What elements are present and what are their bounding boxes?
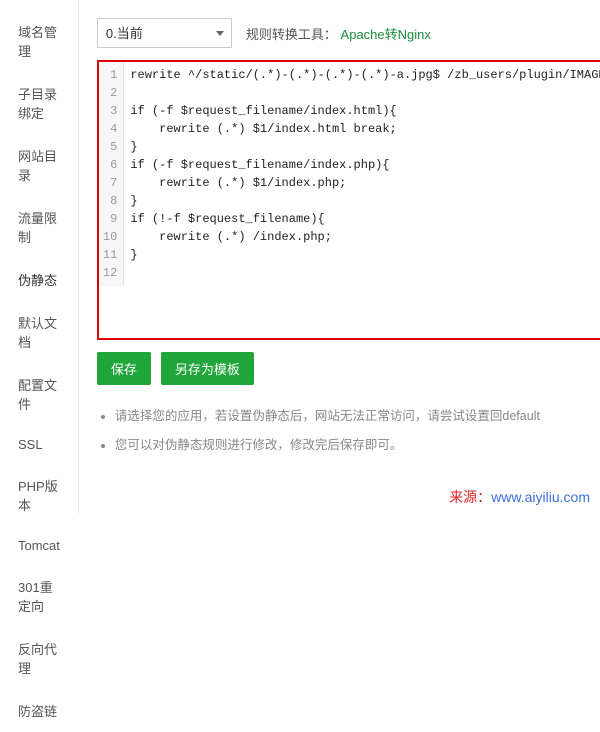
- sidebar-item-5[interactable]: 默认文档: [0, 301, 78, 363]
- tool-link-apache-nginx[interactable]: Apache转Nginx: [341, 27, 431, 42]
- template-select[interactable]: 0.当前: [97, 18, 232, 48]
- sidebar-item-4[interactable]: 伪静态: [0, 258, 78, 301]
- sidebar-item-6[interactable]: 配置文件: [0, 363, 78, 425]
- main-content: 0.当前 规则转换工具： Apache转Nginx 12345678910111…: [79, 0, 600, 513]
- top-row: 0.当前 规则转换工具： Apache转Nginx: [97, 18, 600, 48]
- sidebar-item-7[interactable]: SSL: [0, 425, 78, 464]
- button-row: 保存 另存为模板: [97, 352, 600, 385]
- sidebar-item-9[interactable]: Tomcat: [0, 526, 78, 565]
- save-as-template-button[interactable]: 另存为模板: [161, 352, 254, 385]
- sidebar-item-3[interactable]: 流量限制: [0, 196, 78, 258]
- source-attribution: 来源：www.aiyiliu.com: [449, 487, 590, 507]
- sidebar-item-11[interactable]: 反向代理: [0, 627, 78, 689]
- save-button[interactable]: 保存: [97, 352, 151, 385]
- sidebar-item-8[interactable]: PHP版本: [0, 464, 78, 526]
- sidebar-item-0[interactable]: 域名管理: [0, 10, 78, 72]
- code-editor[interactable]: 123456789101112 rewrite ^/static/(.*)-(.…: [97, 60, 600, 340]
- sidebar-item-10[interactable]: 301重定向: [0, 565, 78, 627]
- sidebar-item-2[interactable]: 网站目录: [0, 134, 78, 196]
- source-prefix: 来源：: [449, 489, 491, 505]
- editor-gutter: 123456789101112: [99, 62, 124, 286]
- tool-label-wrap: 规则转换工具： Apache转Nginx: [246, 24, 431, 43]
- tool-label: 规则转换工具：: [246, 27, 337, 42]
- sidebar-item-12[interactable]: 防盗链: [0, 689, 78, 732]
- hints-list: 请选择您的应用，若设置伪静态后，网站无法正常访问，请尝试设置回default 您可…: [97, 407, 600, 455]
- sidebar-item-1[interactable]: 子目录绑定: [0, 72, 78, 134]
- sidebar-nav: 域名管理子目录绑定网站目录流量限制伪静态默认文档配置文件SSLPHP版本Tomc…: [0, 0, 79, 513]
- source-link[interactable]: www.aiyiliu.com: [491, 489, 590, 505]
- hint-item-0: 请选择您的应用，若设置伪静态后，网站无法正常访问，请尝试设置回default: [115, 407, 600, 426]
- hint-item-1: 您可以对伪静态规则进行修改，修改完后保存即可。: [115, 436, 600, 455]
- editor-code[interactable]: rewrite ^/static/(.*)-(.*)-(.*)-(.*)-a.j…: [124, 62, 600, 286]
